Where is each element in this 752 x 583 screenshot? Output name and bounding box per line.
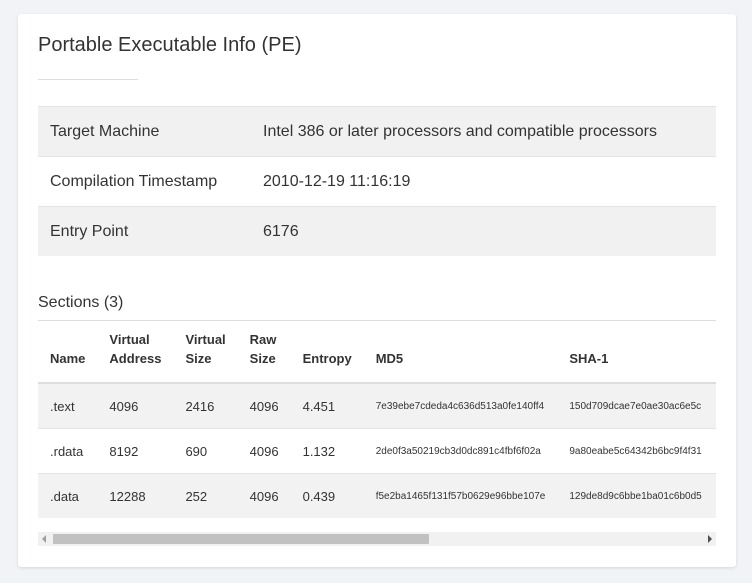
pe-info-table: Target Machine Intel 386 or later proces… [38, 106, 716, 256]
horizontal-scrollbar[interactable] [38, 532, 716, 546]
info-value: Intel 386 or later processors and compat… [251, 106, 716, 157]
sections-table-scroll-area[interactable]: Name Virtual Address Virtual Size Raw Size … [38, 321, 716, 523]
col-header-text: Address [109, 351, 162, 366]
col-header-sha1: SHA-1 [557, 321, 716, 384]
pe-info-card: Portable Executable Info (PE) Target Mac… [18, 14, 736, 567]
cell-raw-size: 4096 [237, 473, 291, 518]
sections-table: Name Virtual Address Virtual Size Raw Size … [38, 321, 716, 518]
sections-header-row: Name Virtual Address Virtual Size Raw Size … [38, 321, 716, 384]
col-header-md5: MD5 [363, 321, 558, 384]
cell-virtual-address: 8192 [97, 428, 174, 474]
table-row: .data 12288 252 4096 0.439 f5e2ba1465f13… [38, 473, 716, 518]
cell-md5: 2de0f3a50219cb3d0dc891c4fbf6f02a [363, 428, 558, 474]
cell-entropy: 0.439 [290, 473, 364, 518]
cell-entropy: 1.132 [290, 428, 364, 474]
info-key: Target Machine [38, 106, 251, 157]
col-header-virtual-address: Virtual Address [97, 321, 174, 384]
cell-name: .text [38, 382, 98, 429]
title-divider [38, 79, 138, 80]
info-row-compilation-timestamp: Compilation Timestamp 2010-12-19 11:16:1… [38, 156, 716, 207]
cell-sha1: 129de8d9c6bbe1ba01c6b0d5 [557, 473, 716, 518]
scroll-right-arrow-icon[interactable] [708, 535, 712, 543]
cell-sha1: 150d709dcae7e0ae30ac6e5c [557, 382, 716, 429]
cell-sha1: 9a80eabe5c64342b6bc9f4f31 [557, 428, 716, 474]
info-value: 6176 [251, 206, 716, 256]
col-header-text: Virtual [185, 332, 226, 347]
scrollbar-thumb[interactable] [53, 534, 429, 544]
col-header-raw-size: Raw Size [237, 321, 291, 384]
cell-virtual-address: 12288 [97, 473, 174, 518]
info-key: Entry Point [38, 206, 251, 256]
scroll-left-arrow-icon[interactable] [42, 535, 46, 543]
info-value: 2010-12-19 11:16:19 [251, 156, 716, 207]
cell-virtual-address: 4096 [97, 382, 174, 429]
cell-virtual-size: 252 [173, 473, 238, 518]
sections-heading: Sections (3) [38, 294, 124, 311]
col-header-text: Raw [249, 332, 277, 347]
col-header-entropy: Entropy [290, 321, 364, 384]
page-title: Portable Executable Info (PE) [38, 34, 302, 56]
cell-name: .data [38, 473, 98, 518]
col-header-name: Name [38, 321, 98, 384]
table-row: .text 4096 2416 4096 4.451 7e39ebe7cdeda… [38, 382, 716, 429]
info-key: Compilation Timestamp [38, 156, 251, 207]
info-row-target-machine: Target Machine Intel 386 or later proces… [38, 106, 716, 157]
col-header-text: Size [249, 351, 276, 366]
info-row-entry-point: Entry Point 6176 [38, 206, 716, 256]
col-header-text: Virtual [109, 332, 150, 347]
cell-md5: 7e39ebe7cdeda4c636d513a0fe140ff4 [363, 382, 558, 429]
cell-raw-size: 4096 [237, 382, 291, 429]
cell-name: .rdata [38, 428, 98, 474]
cell-raw-size: 4096 [237, 428, 291, 474]
table-row: .rdata 8192 690 4096 1.132 2de0f3a50219c… [38, 428, 716, 474]
cell-virtual-size: 690 [173, 428, 238, 474]
cell-entropy: 4.451 [290, 382, 364, 429]
col-header-text: Size [185, 351, 212, 366]
col-header-virtual-size: Virtual Size [173, 321, 238, 384]
cell-virtual-size: 2416 [173, 382, 238, 429]
cell-md5: f5e2ba1465f131f57b0629e96bbe107e [363, 473, 558, 518]
